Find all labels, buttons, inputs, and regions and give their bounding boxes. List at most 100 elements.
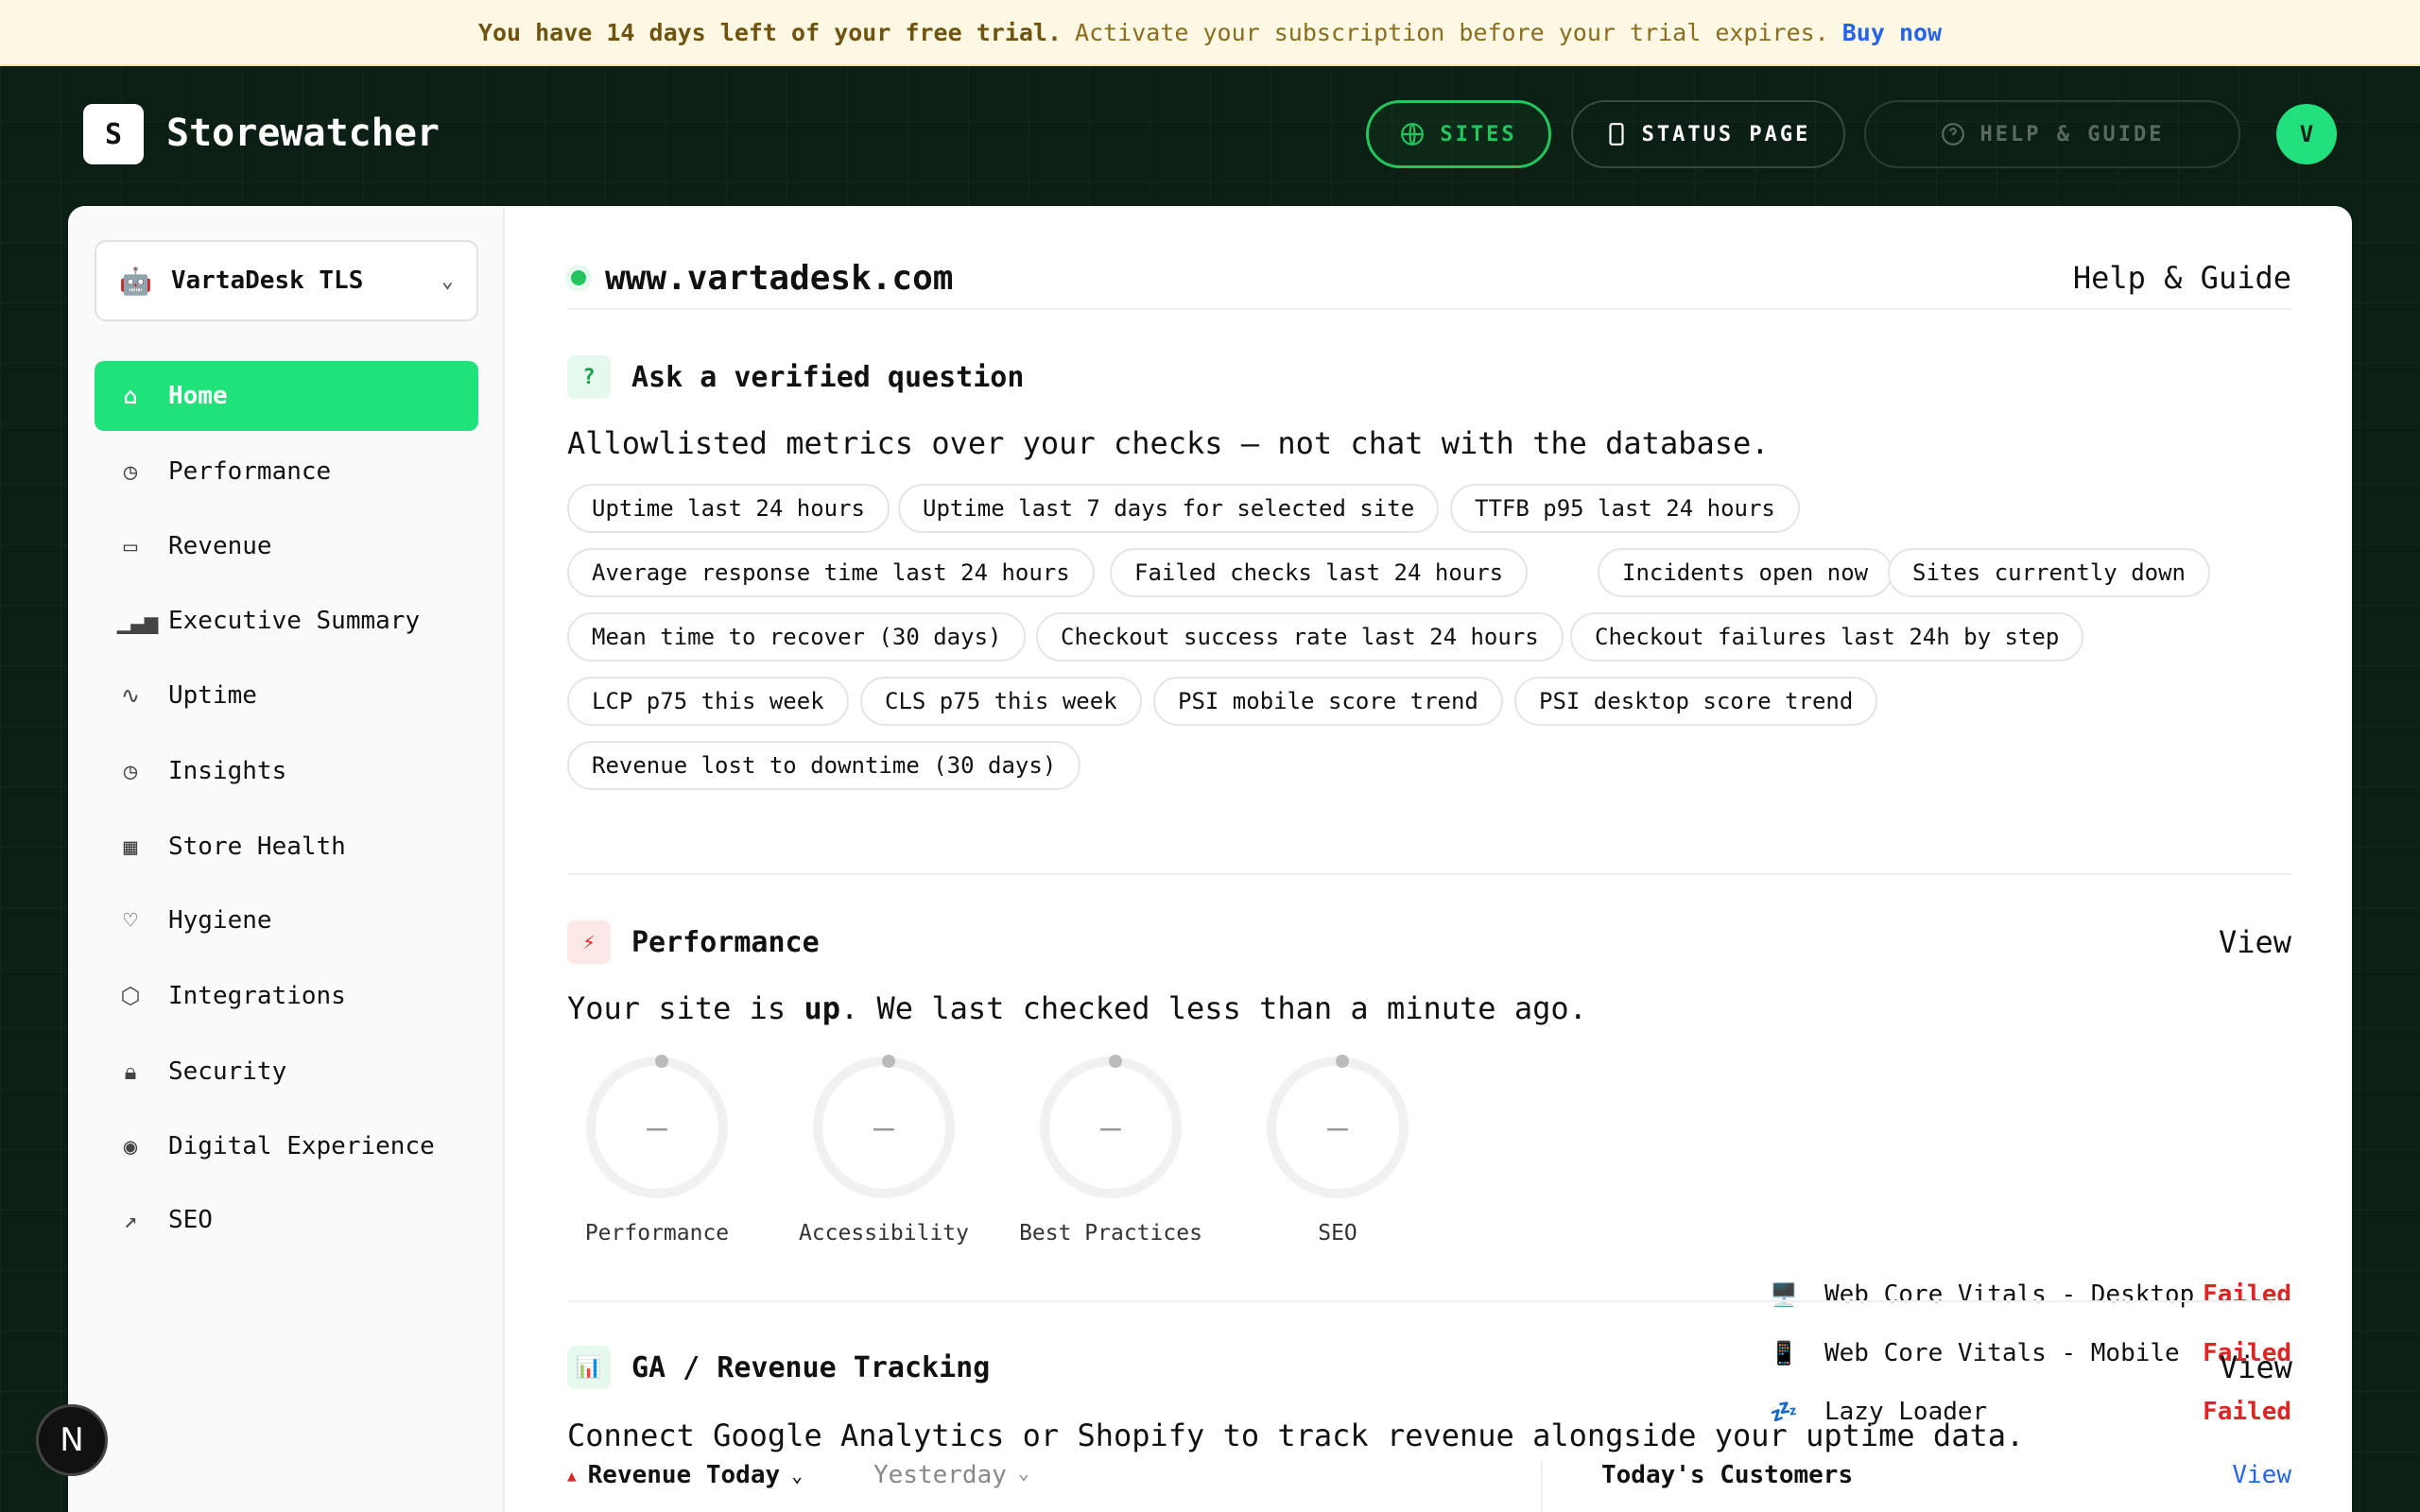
- question-chip[interactable]: CLS p75 this week: [860, 677, 1142, 726]
- help-circle-icon: [1941, 123, 1964, 146]
- pulse-icon: ∿: [120, 682, 141, 709]
- gauge-best-practices[interactable]: – Best Practices: [1016, 1055, 1205, 1246]
- heart-icon: ♡: [123, 907, 138, 934]
- ga-section-header: 📊 GA / Revenue Tracking: [567, 1346, 990, 1389]
- sidebar-item-label: Revenue: [168, 532, 272, 560]
- question-chip[interactable]: PSI mobile score trend: [1153, 677, 1503, 726]
- sidebar-item-label: Insights: [168, 757, 287, 785]
- main-card: 🤖 VartaDesk TLS ⌄ ⌂ Home ◷ Performance ▭…: [68, 206, 2352, 1512]
- question-chip[interactable]: Average response time last 24 hours: [567, 548, 1095, 597]
- ga-view-link[interactable]: View: [2220, 1349, 2292, 1385]
- revenue-today-dropdown[interactable]: ▲ Revenue Today ⌄: [567, 1461, 803, 1489]
- customers-view-link[interactable]: View: [2232, 1461, 2291, 1489]
- question-chip[interactable]: PSI desktop score trend: [1514, 677, 1878, 726]
- sidebar-item-home[interactable]: ⌂ Home: [95, 361, 478, 431]
- site-selector-label: VartaDesk TLS: [170, 266, 364, 295]
- sidebar-item-hygiene[interactable]: ♡ Hygiene: [95, 885, 478, 955]
- site-status-text: Your site is up. We last checked less th…: [567, 990, 1587, 1026]
- gauge-label: Best Practices: [1019, 1221, 1202, 1246]
- yesterday-dropdown[interactable]: Yesterday ⌄: [873, 1461, 1029, 1489]
- sidebar-item-seo[interactable]: ↗ SEO: [95, 1185, 478, 1255]
- question-chip[interactable]: Mean time to recover (30 days): [567, 612, 1027, 662]
- sidebar-item-integrations[interactable]: ⬡ Integrations: [95, 961, 478, 1031]
- status-dot: [571, 270, 586, 285]
- status-text-pre: Your site is: [567, 990, 804, 1026]
- clock-icon: ◷: [123, 758, 138, 784]
- eye-icon: ◉: [123, 1133, 138, 1160]
- home-icon: ⌂: [123, 383, 138, 409]
- sidebar-item-label: Digital Experience: [168, 1132, 435, 1160]
- question-chip[interactable]: LCP p75 this week: [567, 677, 849, 726]
- sidebar-item-performance[interactable]: ◷ Performance: [95, 437, 478, 507]
- sidebar-item-insights[interactable]: ◷ Insights: [95, 736, 478, 806]
- sidebar-item-label: Security: [168, 1057, 287, 1086]
- card-icon: ▭: [123, 533, 138, 559]
- sidebar-item-store-health[interactable]: ▦ Store Health: [95, 812, 478, 882]
- top-nav: S Storewatcher SITES STATUS PAGE HELP & …: [0, 66, 2420, 206]
- user-avatar[interactable]: V: [2276, 104, 2337, 164]
- status-text-post: . We last checked less than a minute ago…: [839, 990, 1587, 1026]
- question-chip[interactable]: Uptime last 7 days for selected site: [898, 484, 1440, 533]
- vertical-divider: [1541, 1461, 1543, 1512]
- sidebar-item-digital-experience[interactable]: ◉ Digital Experience: [95, 1111, 478, 1181]
- gauge-value: –: [647, 1108, 667, 1147]
- question-chip[interactable]: Checkout success rate last 24 hours: [1036, 612, 1564, 662]
- check-status: Failed: [2203, 1398, 2291, 1426]
- chevron-down-icon: ⌄: [441, 268, 454, 293]
- brand-logo[interactable]: S: [83, 104, 144, 164]
- ask-title: Ask a verified question: [631, 360, 1025, 394]
- gauge-ring: –: [1267, 1055, 1409, 1198]
- performance-view-link[interactable]: View: [2219, 924, 2291, 960]
- ask-section-header: ? Ask a verified question: [567, 355, 1024, 399]
- help-guide-link[interactable]: Help & Guide: [2073, 260, 2291, 296]
- bar-chart-icon: ▁▃▅: [117, 608, 159, 634]
- gauge-value: –: [873, 1108, 894, 1147]
- gauge-ring: –: [586, 1055, 728, 1198]
- sidebar-item-executive-summary[interactable]: ▁▃▅ Executive Summary: [95, 586, 478, 656]
- lock-icon: 🔒︎: [124, 1058, 137, 1085]
- brand-name[interactable]: Storewatcher: [166, 112, 440, 155]
- grid-icon: ▦: [123, 833, 138, 860]
- buy-now-link[interactable]: Buy now: [1842, 19, 1942, 46]
- gauge-ring: –: [1040, 1055, 1182, 1198]
- sidebar-item-uptime[interactable]: ∿ Uptime: [95, 661, 478, 730]
- check-label: Web Core Vitals - Desktop: [1824, 1280, 2195, 1309]
- dev-tools-badge[interactable]: N: [36, 1404, 108, 1476]
- question-chip[interactable]: TTFB p95 last 24 hours: [1450, 484, 1800, 533]
- mobile-icon: 📱: [1770, 1340, 1798, 1366]
- gauge-ring: –: [813, 1055, 955, 1198]
- question-chip[interactable]: Failed checks last 24 hours: [1110, 548, 1529, 597]
- desktop-icon: 🖥️: [1770, 1281, 1798, 1308]
- sidebar: 🤖 VartaDesk TLS ⌄ ⌂ Home ◷ Performance ▭…: [68, 206, 505, 1512]
- question-icon: ?: [567, 355, 611, 399]
- gauge-label: Accessibility: [798, 1221, 969, 1246]
- question-chip[interactable]: Incidents open now: [1598, 548, 1893, 597]
- question-chip[interactable]: Checkout failures last 24h by step: [1570, 612, 2084, 662]
- performance-section-header: ⚡ Performance: [567, 920, 820, 964]
- globe-icon: [1401, 123, 1425, 146]
- sidebar-item-revenue[interactable]: ▭ Revenue: [95, 511, 478, 581]
- robot-icon: 🤖: [119, 265, 152, 297]
- check-label: Web Core Vitals - Mobile: [1824, 1339, 2180, 1367]
- gauge-value: –: [1100, 1108, 1121, 1147]
- gauge-performance[interactable]: – Performance: [562, 1055, 752, 1246]
- revenue-row: ▲ Revenue Today ⌄ Yesterday ⌄ Today's Cu…: [567, 1461, 2291, 1512]
- gauge-seo[interactable]: – SEO: [1243, 1055, 1432, 1246]
- main-content: www.vartadesk.com Help & Guide ? Ask a v…: [567, 206, 2291, 1512]
- todays-customers-label: Today's Customers: [1601, 1461, 1854, 1489]
- question-chip[interactable]: Revenue lost to downtime (30 days): [567, 741, 1081, 790]
- site-selector[interactable]: 🤖 VartaDesk TLS ⌄: [95, 240, 478, 321]
- sidebar-item-security[interactable]: 🔒︎ Security: [95, 1037, 478, 1107]
- sidebar-item-label: Uptime: [168, 681, 257, 710]
- help-guide-button[interactable]: HELP & GUIDE: [1864, 100, 2240, 168]
- gauge-accessibility[interactable]: – Accessibility: [789, 1055, 978, 1246]
- check-row-mobile-vitals[interactable]: 📱 Web Core Vitals - Mobile Failed: [1770, 1334, 2291, 1372]
- question-chip[interactable]: Uptime last 24 hours: [567, 484, 890, 533]
- chart-icon: 📊: [567, 1346, 611, 1389]
- sites-button[interactable]: SITES: [1366, 100, 1551, 168]
- check-row-desktop-vitals[interactable]: 🖥️ Web Core Vitals - Desktop Failed: [1770, 1276, 2291, 1314]
- gauge-label: Performance: [584, 1221, 730, 1246]
- status-page-button[interactable]: STATUS PAGE: [1571, 100, 1845, 168]
- question-chip[interactable]: Sites currently down: [1888, 548, 2210, 597]
- trial-banner: You have 14 days left of your free trial…: [0, 0, 2420, 66]
